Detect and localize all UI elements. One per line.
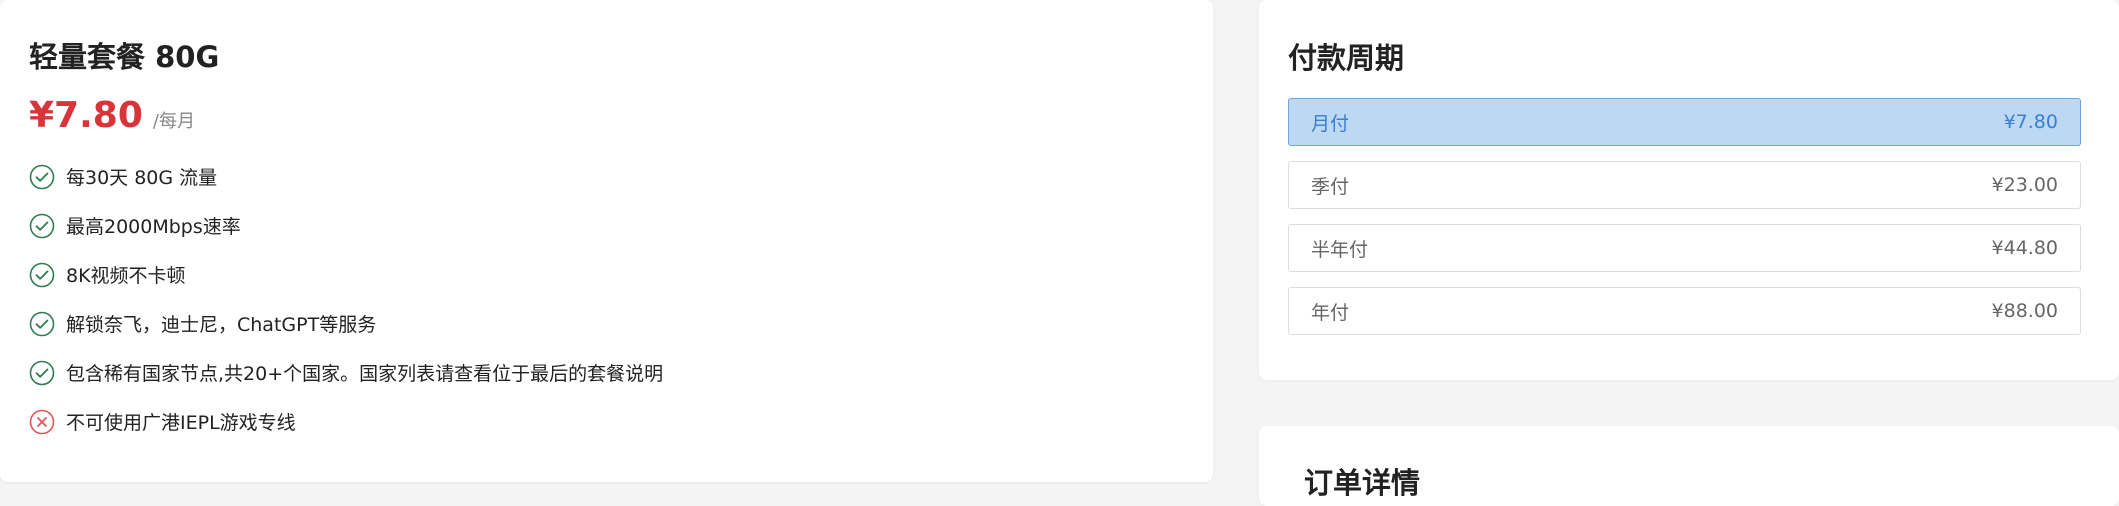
check-circle-icon — [29, 262, 55, 288]
check-circle-icon — [29, 311, 55, 337]
payment-option-price: ¥23.00 — [1991, 174, 2058, 196]
plan-title: 轻量套餐 80G — [29, 40, 220, 74]
feature-item: 不可使用广港IEPL游戏专线 — [29, 397, 663, 446]
x-circle-icon — [29, 409, 55, 435]
feature-item: 每30天 80G 流量 — [29, 152, 663, 201]
feature-text: 每30天 80G 流量 — [66, 167, 218, 189]
feature-text: 解锁奈飞，迪士尼，ChatGPT等服务 — [66, 314, 377, 336]
payment-option-price: ¥88.00 — [1991, 300, 2058, 322]
check-circle-icon — [29, 213, 55, 239]
payment-option-label: 半年付 — [1311, 238, 1369, 261]
plan-price: ¥7.80 — [29, 95, 143, 136]
feature-item: 解锁奈飞，迪士尼，ChatGPT等服务 — [29, 299, 663, 348]
payment-period-title: 付款周期 — [1288, 41, 1405, 75]
feature-item: 包含稀有国家节点,共20+个国家。国家列表请查看位于最后的套餐说明 — [29, 348, 663, 397]
plan-card: 轻量套餐 80G ¥7.80 /每月 每30天 80G 流量最高2000Mbps… — [0, 0, 1213, 482]
feature-text: 8K视频不卡顿 — [66, 265, 186, 287]
payment-option-label: 年付 — [1311, 301, 1350, 324]
payment-option-label: 月付 — [1311, 112, 1350, 135]
feature-item: 8K视频不卡顿 — [29, 250, 663, 299]
payment-option-label: 季付 — [1311, 175, 1350, 198]
order-details-title: 订单详情 — [1304, 466, 1421, 500]
check-circle-icon — [29, 164, 55, 190]
feature-text: 包含稀有国家节点,共20+个国家。国家列表请查看位于最后的套餐说明 — [66, 363, 664, 385]
payment-option-price: ¥44.80 — [1991, 237, 2058, 259]
feature-text: 不可使用广港IEPL游戏专线 — [66, 412, 296, 434]
payment-option[interactable]: 季付 ¥23.00 — [1288, 161, 2081, 209]
payment-option[interactable]: 月付 ¥7.80 — [1288, 98, 2081, 146]
payment-option[interactable]: 年付 ¥88.00 — [1288, 287, 2081, 335]
price-row: ¥7.80 /每月 — [29, 95, 195, 136]
price-unit: /每月 — [152, 111, 195, 132]
feature-list: 每30天 80G 流量最高2000Mbps速率 8K视频不卡顿解锁奈飞，迪士尼，C… — [29, 152, 663, 446]
check-circle-icon — [29, 360, 55, 386]
payment-option-price: ¥7.80 — [2003, 111, 2058, 133]
feature-item: 最高2000Mbps速率 — [29, 201, 663, 250]
payment-option[interactable]: 半年付 ¥44.80 — [1288, 224, 2081, 272]
feature-text: 最高2000Mbps速率 — [66, 216, 241, 238]
order-details-card: 订单详情 — [1259, 426, 2119, 506]
payment-period-card: 付款周期 月付 ¥7.80 季付 ¥23.00 半年付 ¥44.80 年付 ¥88.00 — [1259, 0, 2119, 380]
payment-period-options: 月付 ¥7.80 季付 ¥23.00 半年付 ¥44.80 年付 ¥88.00 — [1288, 98, 2081, 350]
